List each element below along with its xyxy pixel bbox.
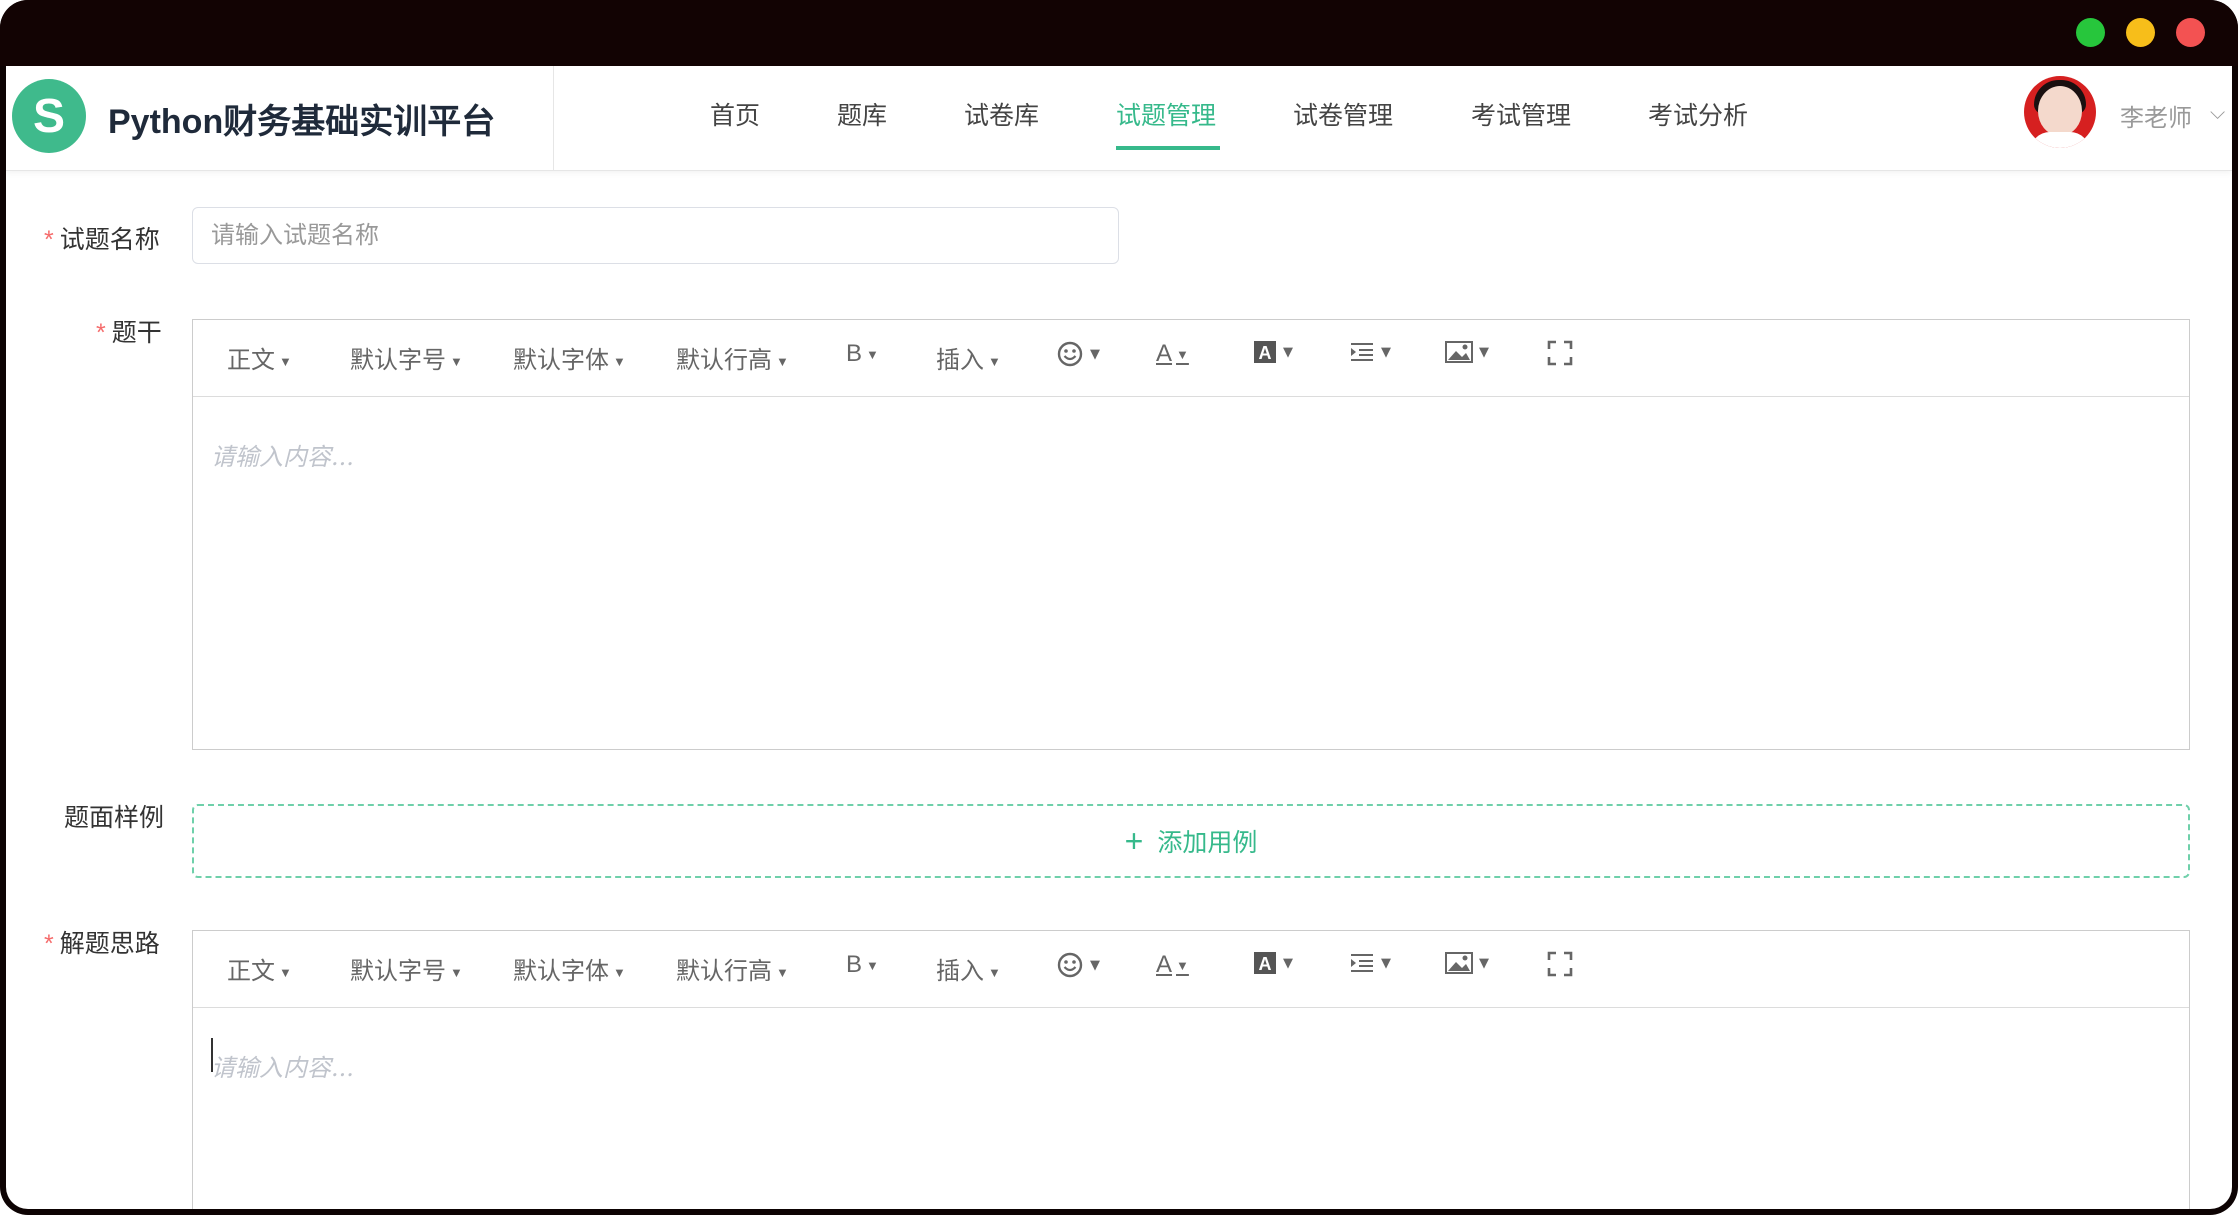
bg-color-icon: A	[1254, 341, 1276, 363]
indent-icon	[1351, 954, 1373, 972]
image-icon	[1445, 952, 1473, 974]
brand[interactable]: S Python财务基础实训平台	[6, 66, 554, 170]
font-size-dropdown[interactable]: 默认字号 ▼	[350, 951, 463, 986]
svg-text:A: A	[1259, 954, 1272, 974]
nav-exam-analysis[interactable]: 考试分析	[1648, 96, 1748, 132]
stem-editor[interactable]: 正文 ▼ 默认字号 ▼ 默认字体 ▼ 默认行高 ▼ B ▼ 插入 ▼ ▼ A ▼ A ▼ ▼ ▼	[192, 319, 2190, 750]
stem-toolbar: 正文 ▼ 默认字号 ▼ 默认字体 ▼ 默认行高 ▼ B ▼ 插入 ▼ ▼ A ▼ A ▼ ▼ ▼	[193, 320, 2189, 397]
title-bar	[0, 0, 2238, 66]
bold-button[interactable]: B ▼	[846, 951, 879, 979]
add-sample-button[interactable]: + 添加用例	[192, 804, 2190, 878]
image-button[interactable]: ▼	[1445, 951, 1489, 975]
font-size-dropdown[interactable]: 默认字号 ▼	[350, 340, 463, 375]
brand-name: Python财务基础实训平台	[108, 103, 496, 141]
fullscreen-button[interactable]	[1547, 340, 1573, 366]
emoji-button[interactable]: ▼	[1056, 951, 1100, 979]
fullscreen-button[interactable]	[1547, 951, 1573, 977]
image-icon	[1445, 341, 1473, 363]
solution-editor[interactable]: 正文 ▼ 默认字号 ▼ 默认字体 ▼ 默认行高 ▼ B ▼ 插入 ▼ ▼ A ▼ A ▼ ▼ ▼	[192, 930, 2190, 1209]
stem-text-area[interactable]: 请输入内容...	[193, 397, 2189, 512]
logo-icon: S	[12, 79, 86, 153]
bg-color-button[interactable]: A ▼	[1253, 951, 1293, 975]
svg-text:A: A	[1259, 343, 1272, 363]
username[interactable]: 李老师	[2120, 98, 2192, 133]
active-nav-indicator	[1116, 146, 1220, 150]
stem-label: * 题干	[96, 319, 162, 347]
bg-color-icon: A	[1254, 952, 1276, 974]
text-cursor	[211, 1038, 213, 1072]
nav-question-bank[interactable]: 题库	[837, 96, 887, 132]
close-button[interactable]	[2176, 18, 2205, 47]
indent-button[interactable]: ▼	[1349, 951, 1391, 975]
nav-home[interactable]: 首页	[710, 96, 760, 132]
paragraph-dropdown[interactable]: 正文 ▼	[227, 951, 292, 986]
top-header: S Python财务基础实训平台 首页 题库 试卷库 试题管理 试卷管理 考试管…	[6, 66, 2232, 171]
maximize-button[interactable]	[2076, 18, 2105, 47]
solution-label: * 解题思路	[44, 930, 160, 958]
nav-paper-bank[interactable]: 试卷库	[964, 96, 1039, 132]
line-height-dropdown[interactable]: 默认行高 ▼	[676, 340, 789, 375]
fullscreen-icon	[1547, 951, 1573, 977]
solution-toolbar: 正文 ▼ 默认字号 ▼ 默认字体 ▼ 默认行高 ▼ B ▼ 插入 ▼ ▼ A ▼ A ▼ ▼ ▼	[193, 931, 2189, 1008]
plus-icon: +	[1124, 822, 1144, 859]
indent-button[interactable]: ▼	[1349, 340, 1391, 364]
bold-button[interactable]: B ▼	[846, 340, 879, 368]
font-color-button[interactable]: A ▼	[1156, 951, 1189, 979]
insert-dropdown[interactable]: 插入 ▼	[936, 951, 1001, 986]
app-window: S Python财务基础实训平台 首页 题库 试卷库 试题管理 试卷管理 考试管…	[6, 66, 2232, 1209]
sample-label: 题面样例	[64, 804, 165, 832]
window-frame: S Python财务基础实训平台 首页 题库 试卷库 试题管理 试卷管理 考试管…	[0, 0, 2238, 1215]
question-name-input[interactable]: 请输入试题名称	[192, 207, 1119, 264]
indent-icon	[1351, 343, 1373, 361]
fullscreen-icon	[1547, 340, 1573, 366]
emoji-button[interactable]: ▼	[1056, 340, 1100, 368]
nav-paper-manage[interactable]: 试卷管理	[1293, 96, 1393, 132]
image-button[interactable]: ▼	[1445, 340, 1489, 364]
name-label: * 试题名称	[44, 226, 160, 254]
avatar[interactable]	[2024, 76, 2096, 148]
nav-question-manage[interactable]: 试题管理	[1116, 96, 1216, 132]
emoji-icon	[1057, 341, 1083, 367]
font-family-dropdown[interactable]: 默认字体 ▼	[513, 340, 626, 375]
paragraph-dropdown[interactable]: 正文 ▼	[227, 340, 292, 375]
chevron-down-icon[interactable]: ⌵	[2210, 100, 2225, 124]
solution-text-area[interactable]: 请输入内容...	[193, 1008, 2189, 1123]
line-height-dropdown[interactable]: 默认行高 ▼	[676, 951, 789, 986]
insert-dropdown[interactable]: 插入 ▼	[936, 340, 1001, 375]
minimize-button[interactable]	[2126, 18, 2155, 47]
bg-color-button[interactable]: A ▼	[1253, 340, 1293, 364]
font-color-button[interactable]: A ▼	[1156, 340, 1189, 368]
nav-exam-manage[interactable]: 考试管理	[1471, 96, 1571, 132]
font-family-dropdown[interactable]: 默认字体 ▼	[513, 951, 626, 986]
emoji-icon	[1057, 952, 1083, 978]
